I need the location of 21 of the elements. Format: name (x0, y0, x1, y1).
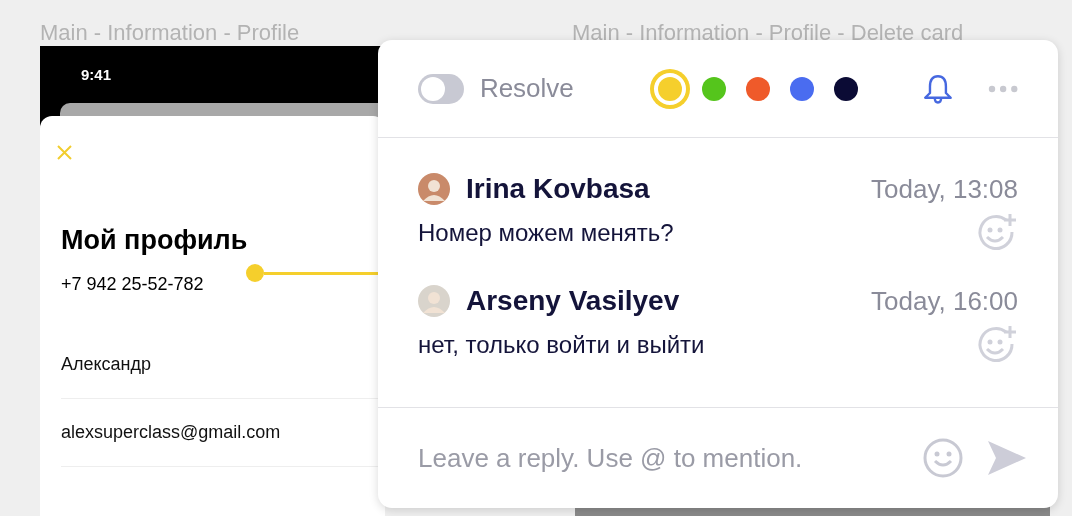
color-option[interactable] (649, 68, 690, 109)
comment-time: Today, 13:08 (871, 172, 1018, 206)
close-icon[interactable] (56, 144, 73, 161)
comment-text: Номер можем менять? (418, 218, 674, 248)
comment-time: Today, 16:00 (871, 284, 1018, 318)
avatar (418, 173, 450, 205)
frame-title: Main - Information - Profile - Delete card (572, 19, 964, 47)
avatar (418, 285, 450, 317)
resolve-toggle[interactable] (418, 73, 464, 104)
phone-number: +7 942 25-52-782 (61, 273, 204, 296)
more-icon[interactable] (987, 83, 1018, 94)
comment-text: нет, только войти и выйти (418, 330, 705, 360)
reply-field[interactable]: Leave a reply. Use @ to mention. (418, 438, 912, 478)
profile-heading: Мой профиль (61, 224, 248, 257)
frame-title: Main - Information - Profile (40, 19, 300, 47)
emoji-icon[interactable] (922, 437, 964, 479)
status-time: 9:41 (81, 65, 112, 85)
send-icon[interactable] (986, 439, 1028, 477)
comment-author: Arseny Vasilyev (466, 284, 680, 318)
resolve-label: Resolve (479, 72, 574, 105)
comment-author: Irina Kovbasa (466, 172, 650, 206)
